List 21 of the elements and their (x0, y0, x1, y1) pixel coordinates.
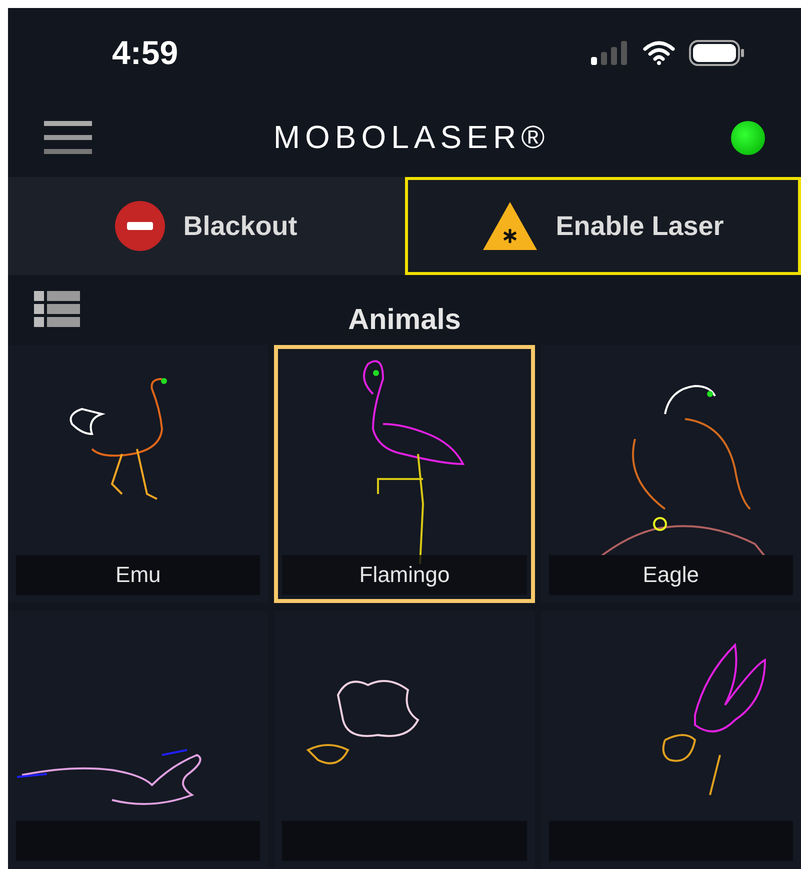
battery-icon (689, 40, 745, 66)
animal-tile[interactable]: Emu (8, 345, 268, 603)
category-title: Animals (347, 302, 462, 337)
tile-label: Flamingo (282, 555, 527, 595)
tile-label: Emu (16, 555, 260, 595)
animal-tile[interactable] (274, 611, 535, 869)
animal-tile[interactable] (8, 611, 268, 869)
animal-tile[interactable]: Eagle (540, 345, 801, 603)
animal-tile[interactable]: Flamingo (274, 345, 535, 603)
stop-icon (115, 201, 166, 252)
enable-laser-button[interactable]: Enable Laser (404, 177, 801, 276)
warning-icon (482, 201, 538, 252)
menu-icon[interactable] (44, 120, 92, 155)
app-title: MOBOLASER® (272, 119, 551, 156)
blackout-button[interactable]: Blackout (8, 177, 404, 276)
tile-label: Eagle (548, 555, 793, 595)
signal-icon (591, 41, 629, 66)
wifi-icon (643, 41, 675, 66)
animal-tile[interactable] (540, 611, 801, 869)
list-icon[interactable] (34, 291, 80, 330)
status-time: 4:59 (112, 34, 180, 72)
